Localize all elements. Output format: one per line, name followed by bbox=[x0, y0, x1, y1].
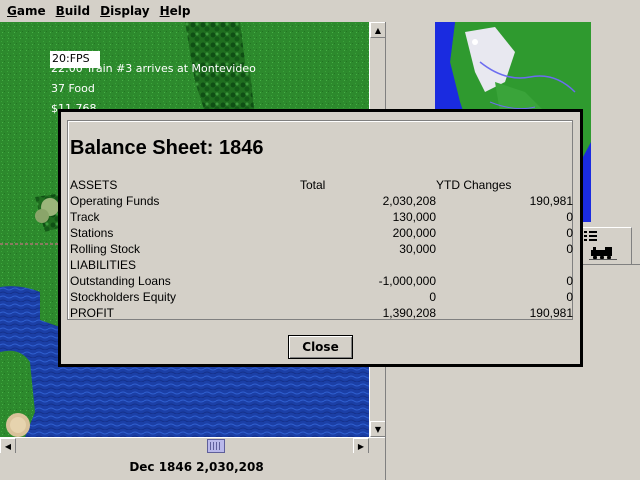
table-header-row: ASSETS Total YTD Changes bbox=[70, 177, 573, 193]
table-row: Stockholders Equity 0 0 bbox=[70, 289, 573, 305]
column-header-total: Total bbox=[300, 178, 326, 192]
status-cash: 2,030,208 bbox=[196, 459, 264, 474]
table-row: PROFIT 1,390,208 190,981 bbox=[70, 305, 573, 321]
row-ytd: 190,981 bbox=[529, 194, 573, 208]
table-row: Rolling Stock 30,000 0 bbox=[70, 241, 573, 257]
close-button[interactable]: Close bbox=[288, 335, 353, 359]
row-label: Stations bbox=[70, 226, 114, 240]
menu-display[interactable]: Display bbox=[97, 4, 156, 18]
column-header-label: ASSETS bbox=[70, 178, 118, 192]
scroll-up-button[interactable]: ▲ bbox=[370, 22, 386, 38]
status-date: Dec 1846 bbox=[129, 459, 193, 474]
row-label: Stockholders Equity bbox=[70, 290, 177, 304]
food-count: 37 Food bbox=[51, 82, 95, 95]
dialog-title: Balance Sheet: 1846 bbox=[70, 137, 264, 159]
table-row: Stations 200,000 0 bbox=[70, 225, 573, 241]
row-total: 1,390,208 bbox=[382, 306, 436, 320]
menu-help[interactable]: Help bbox=[157, 4, 198, 18]
horizontal-scroll-thumb[interactable] bbox=[207, 439, 225, 453]
scroll-down-button[interactable]: ▼ bbox=[370, 421, 386, 437]
up-arrow-icon: ▲ bbox=[374, 25, 382, 35]
menu-build[interactable]: Build bbox=[53, 4, 98, 18]
row-ytd: 0 bbox=[566, 210, 573, 224]
row-total bbox=[295, 257, 436, 273]
row-total: 30,000 bbox=[399, 242, 436, 256]
down-arrow-icon: ▼ bbox=[374, 424, 382, 434]
row-total: 200,000 bbox=[392, 226, 436, 240]
row-total: -1,000,000 bbox=[378, 274, 436, 288]
row-ytd: 0 bbox=[566, 242, 573, 256]
row-label: Outstanding Loans bbox=[70, 274, 171, 288]
scroll-right-button[interactable]: ▶ bbox=[353, 438, 369, 454]
row-ytd bbox=[436, 257, 573, 273]
news-message: 22:00 Train #3 arrives at Montevideo bbox=[51, 62, 256, 75]
column-header-ytd: YTD Changes bbox=[436, 178, 512, 192]
scroll-left-button[interactable]: ◀ bbox=[0, 438, 16, 454]
row-ytd: 190,981 bbox=[529, 306, 573, 320]
table-row: LIABILITIES bbox=[70, 257, 573, 273]
left-arrow-icon: ◀ bbox=[4, 441, 12, 451]
row-label: LIABILITIES bbox=[70, 258, 137, 272]
row-label: Operating Funds bbox=[70, 194, 160, 208]
menu-game[interactable]: Game bbox=[4, 4, 53, 18]
map-horizontal-scrollbar[interactable]: ◀ ▶ bbox=[0, 437, 385, 454]
train-list-icon bbox=[584, 231, 597, 241]
right-arrow-icon: ▶ bbox=[357, 441, 365, 451]
row-ytd: 0 bbox=[566, 290, 573, 304]
status-bar: Dec 1846 2,030,208 bbox=[0, 453, 385, 480]
row-label: PROFIT bbox=[70, 306, 114, 320]
row-label: Track bbox=[70, 210, 100, 224]
row-total: 130,000 bbox=[392, 210, 436, 224]
table-row: Outstanding Loans -1,000,000 0 bbox=[70, 273, 573, 289]
row-ytd: 0 bbox=[566, 226, 573, 240]
row-total: 0 bbox=[429, 290, 436, 304]
row-ytd: 0 bbox=[566, 274, 573, 288]
balance-sheet-table: ASSETS Total YTD Changes Operating Funds… bbox=[70, 177, 573, 321]
balance-sheet-dialog: Balance Sheet: 1846 ASSETS Total YTD Cha… bbox=[58, 109, 583, 367]
menu-bar: Game Build Display Help bbox=[0, 0, 640, 22]
table-row: Operating Funds 2,030,208 190,981 bbox=[70, 193, 573, 209]
table-row: Track 130,000 0 bbox=[70, 209, 573, 225]
row-label: Rolling Stock bbox=[70, 242, 141, 256]
row-total: 2,030,208 bbox=[382, 194, 436, 208]
train-icon bbox=[589, 247, 617, 260]
